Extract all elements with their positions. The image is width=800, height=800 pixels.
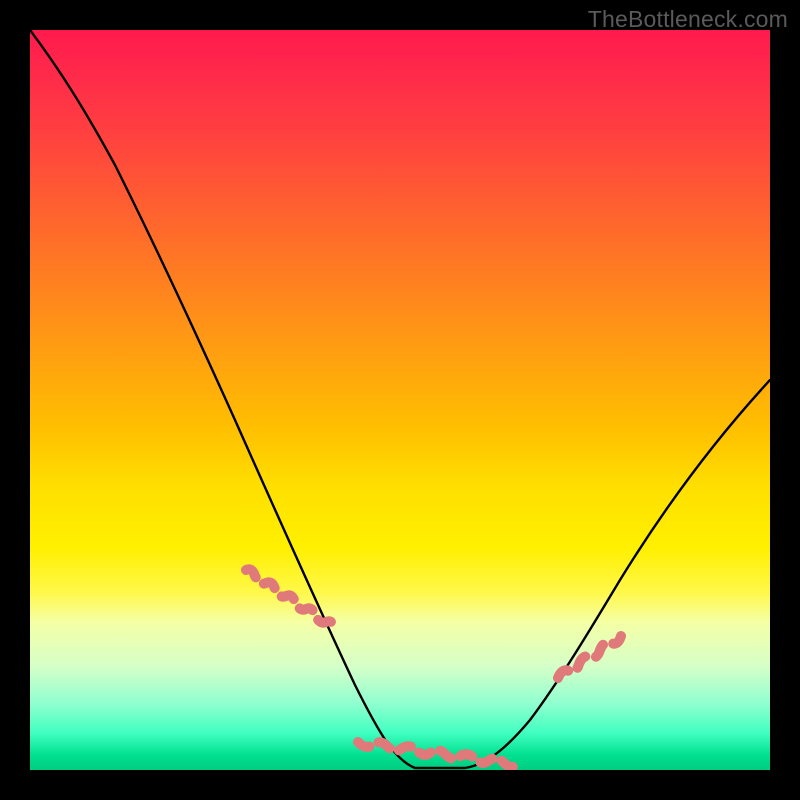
watermark-text: TheBottleneck.com (588, 6, 788, 33)
curve-layer (30, 30, 770, 770)
highlight-right (558, 636, 621, 678)
plot-area (30, 30, 770, 770)
highlight-left (246, 569, 335, 628)
chart-frame: TheBottleneck.com (0, 0, 800, 800)
bottleneck-curve (30, 30, 770, 768)
highlight-bottom (358, 742, 517, 767)
